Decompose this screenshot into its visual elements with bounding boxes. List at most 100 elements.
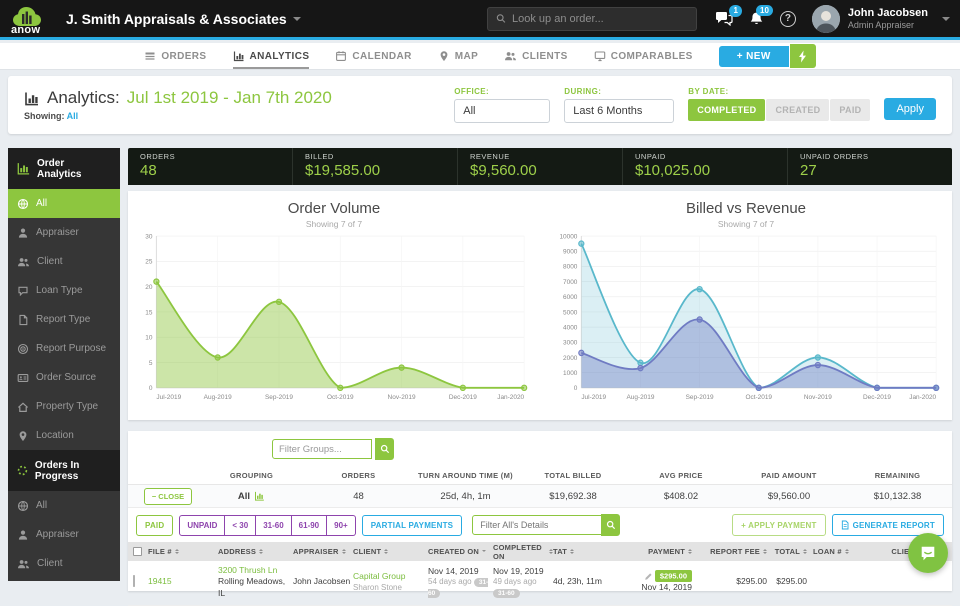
address-link[interactable]: 3200 Thrush Ln xyxy=(218,565,293,576)
messages-button[interactable]: 1 xyxy=(715,5,742,26)
speech-icon xyxy=(18,286,28,296)
nav-calendar[interactable]: CALENDAR xyxy=(335,43,411,69)
anow-logo[interactable]: anow xyxy=(10,2,54,36)
sort-icon[interactable] xyxy=(803,547,807,556)
filter-lt30-button[interactable]: < 30 xyxy=(225,514,257,536)
id-card-icon xyxy=(17,373,29,382)
help-button[interactable]: ? xyxy=(779,10,796,27)
stat-revenue: REVENUE $9,560.00 xyxy=(458,148,623,185)
sidebar-item-all[interactable]: All xyxy=(8,189,120,218)
nav-orders[interactable]: ORDERS xyxy=(144,43,206,69)
by-date-label: BY DATE: xyxy=(688,87,729,96)
groups-panel: GROUPING ORDERS TURN AROUND TIME (M) TOT… xyxy=(128,431,952,606)
sidebar-item-property-type[interactable]: Property Type xyxy=(8,392,120,421)
company-name[interactable]: J. Smith Appraisals & Associates xyxy=(66,11,287,27)
chart-title: Billed vs Revenue xyxy=(685,200,807,217)
svg-text:Nov-2019: Nov-2019 xyxy=(804,394,832,401)
payment-badge[interactable]: $295.00 xyxy=(654,570,692,583)
apply-payment-button[interactable]: + APPLY PAYMENT xyxy=(732,514,826,536)
office-select[interactable]: All xyxy=(454,99,551,123)
new-order-button[interactable]: + NEW xyxy=(718,45,789,67)
date-range[interactable]: Jul 1st 2019 - Jan 7th 2020 xyxy=(127,87,332,109)
row-checkbox[interactable] xyxy=(133,575,135,588)
avatar-photo-icon xyxy=(811,4,840,33)
sidebar-item-report-type[interactable]: Report Type xyxy=(8,305,120,334)
edit-pencil-icon[interactable] xyxy=(644,572,653,581)
target-icon xyxy=(17,343,29,354)
order-row[interactable]: 19415 3200 Thrush Ln Rolling Meadows, IL… xyxy=(128,561,952,606)
sidebar-item-order-source[interactable]: Order Source xyxy=(8,363,120,392)
svg-text:6000: 6000 xyxy=(563,294,578,301)
avatar[interactable] xyxy=(811,4,840,33)
tat-value: 4d, 23h, 11m xyxy=(553,576,602,587)
payment-date: Nov 14, 2019 xyxy=(641,582,692,593)
grouping-value: All xyxy=(237,490,251,502)
completed-on-date: Nov 19, 2019 xyxy=(493,565,544,576)
filter-groups-search-button[interactable] xyxy=(375,438,395,460)
filter-details-input[interactable] xyxy=(472,515,603,535)
live-chat-button[interactable] xyxy=(908,533,948,573)
svg-text:5000: 5000 xyxy=(563,309,578,316)
company-caret-icon[interactable] xyxy=(292,16,301,25)
mini-chart-icon[interactable] xyxy=(254,491,265,501)
nav-comparables[interactable]: COMPARABLES xyxy=(594,43,693,69)
order-search[interactable] xyxy=(486,6,697,31)
sidebar-item-loan-type[interactable]: Loan Type xyxy=(8,276,120,305)
sidebar-item-oip-all[interactable]: All xyxy=(8,491,120,520)
filter-61-90-button[interactable]: 61-90 xyxy=(291,514,328,536)
stat-billed: BILLED $19,585.00 xyxy=(293,148,458,185)
quick-actions-button[interactable] xyxy=(789,44,816,68)
svg-text:Jan-2020: Jan-2020 xyxy=(497,394,524,401)
sort-icon[interactable] xyxy=(174,547,179,556)
svg-text:2000: 2000 xyxy=(563,355,578,362)
user-menu[interactable]: John Jacobsen Admin Appraiser xyxy=(811,4,950,33)
sidebar-item-oip-client[interactable]: Client xyxy=(8,549,120,578)
sort-icon[interactable] xyxy=(341,547,346,556)
grouping-summary-row: − CLOSE All 48 25d, 4h, 1m $19,692.38 $4… xyxy=(128,485,952,508)
sort-icon[interactable] xyxy=(259,547,264,556)
file-icon xyxy=(19,314,28,325)
file-number-link[interactable]: 19415 xyxy=(148,576,172,586)
nav-clients[interactable]: CLIENTS xyxy=(504,43,568,69)
showing-value[interactable]: All xyxy=(67,111,79,121)
svg-text:10000: 10000 xyxy=(559,233,577,240)
sort-icon[interactable] xyxy=(763,547,767,556)
filter-90plus-button[interactable]: 90+ xyxy=(327,514,356,536)
analytics-sidebar: Order Analytics All Appraiser Client Loa… xyxy=(8,148,120,581)
search-input[interactable] xyxy=(512,12,688,25)
sidebar-item-location[interactable]: Location xyxy=(8,421,120,450)
by-date-created-button[interactable]: CREATED xyxy=(766,99,830,121)
sort-icon[interactable] xyxy=(844,547,849,556)
sort-icon[interactable] xyxy=(688,547,692,556)
filter-31-60-button[interactable]: 31-60 xyxy=(256,514,292,536)
apply-button[interactable]: Apply xyxy=(884,98,936,120)
charts-panel: Order Volume Showing 7 of 7 0 5 10 15 20 25 30… xyxy=(128,191,952,420)
nav-analytics[interactable]: ANALYTICS xyxy=(233,43,310,69)
by-date-completed-button[interactable]: COMPLETED xyxy=(688,99,766,121)
nav-map[interactable]: MAP xyxy=(438,43,478,69)
orders-table-header: FILE # ADDRESS APPRAISER CLIENT CREATED … xyxy=(128,542,952,561)
sidebar-item-client[interactable]: Client xyxy=(8,247,120,276)
svg-text:9000: 9000 xyxy=(563,248,578,255)
filter-paid-button[interactable]: PAID xyxy=(136,514,174,536)
during-select[interactable]: Last 6 Months xyxy=(564,99,675,123)
svg-text:8000: 8000 xyxy=(563,264,578,271)
office-label: OFFICE: xyxy=(454,87,490,96)
group-tat: 25d, 4h, 1m xyxy=(440,490,491,502)
map-pin-icon xyxy=(19,430,27,441)
filter-groups-input[interactable] xyxy=(272,439,372,459)
by-date-paid-button[interactable]: PAID xyxy=(830,99,871,121)
close-group-button[interactable]: − CLOSE xyxy=(143,487,193,505)
sidebar-item-oip-appraiser[interactable]: Appraiser xyxy=(8,520,120,549)
filter-details-search-button[interactable] xyxy=(601,514,621,536)
select-all-checkbox[interactable] xyxy=(133,547,142,556)
sort-desc-icon[interactable] xyxy=(482,549,487,554)
user-caret-icon[interactable] xyxy=(942,16,950,25)
notifications-button[interactable]: 10 xyxy=(749,4,773,27)
sidebar-item-report-purpose[interactable]: Report Purpose xyxy=(8,334,120,363)
filter-unpaid-button[interactable]: UNPAID xyxy=(179,514,226,536)
partial-payments-button[interactable]: PARTIAL PAYMENTS xyxy=(361,514,463,536)
sort-icon[interactable] xyxy=(570,547,575,556)
sort-icon[interactable] xyxy=(384,547,389,556)
sidebar-item-appraiser[interactable]: Appraiser xyxy=(8,218,120,247)
